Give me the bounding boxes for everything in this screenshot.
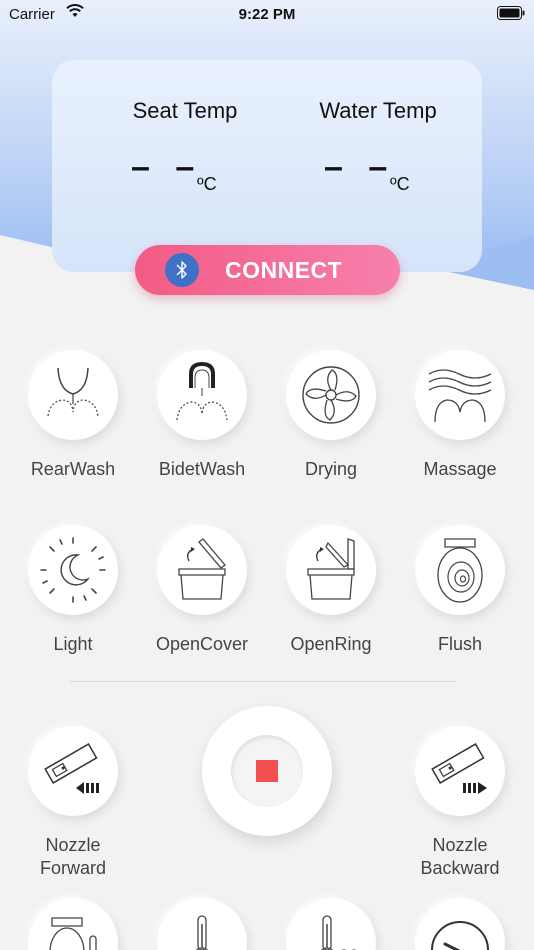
seat-temp-value: – – — [131, 148, 203, 186]
flush-icon — [437, 538, 483, 603]
nozzle-forward-icon — [44, 743, 99, 794]
moon-light-icon — [40, 537, 106, 603]
nozzle-forward-label-line1: Nozzle — [45, 835, 101, 855]
divider — [70, 681, 456, 682]
clock: 9:22 PM — [238, 6, 296, 23]
light-button[interactable]: Light — [13, 525, 133, 656]
bidet-wash-button[interactable]: BidetWash — [142, 350, 262, 481]
nozzle-backward-icon — [431, 743, 487, 794]
rear-wash-label: RearWash — [30, 459, 116, 479]
open-cover-button[interactable]: OpenCover — [142, 525, 262, 656]
water-temp-label: Water Temp — [319, 98, 437, 123]
stop-icon — [256, 760, 278, 782]
water-temp-unit: ºC — [390, 174, 410, 194]
water-temp: Water Temp – – ºC — [278, 98, 478, 196]
nozzle-backward-button[interactable]: Nozzle Backward — [400, 726, 520, 880]
flush-label: Flush — [437, 634, 482, 654]
massage-label: Massage — [423, 459, 497, 479]
bottom-button-2[interactable] — [142, 898, 262, 950]
open-ring-label: OpenRing — [290, 634, 372, 654]
bluetooth-icon — [165, 253, 199, 287]
light-label: Light — [53, 634, 93, 654]
gauge-icon — [431, 921, 489, 950]
bottom-button-4[interactable] — [400, 898, 520, 950]
seat-temp: Seat Temp – – ºC — [85, 98, 285, 196]
status-bar: Carrier 9:22 PM — [0, 0, 534, 28]
stop-button[interactable] — [202, 706, 332, 836]
drying-button[interactable]: Drying — [271, 350, 391, 481]
open-ring-icon — [307, 538, 355, 600]
rear-wash-button[interactable]: RearWash — [13, 350, 133, 481]
drying-label: Drying — [304, 459, 357, 479]
open-cover-icon — [178, 538, 226, 600]
water-thermometer-icon — [320, 915, 357, 950]
open-ring-button[interactable]: OpenRing — [271, 525, 391, 656]
flush-button[interactable]: Flush — [400, 525, 520, 656]
nozzle-backward-label-line2: Backward — [420, 858, 500, 878]
nozzle-forward-button[interactable]: Nozzle Forward — [13, 726, 133, 880]
massage-button[interactable]: Massage — [400, 350, 520, 481]
thermometer-icon — [195, 915, 209, 950]
bottom-button-1[interactable] — [13, 898, 133, 950]
seat-temp-unit: ºC — [197, 174, 217, 194]
rear-wash-icon — [47, 367, 99, 417]
open-cover-label: OpenCover — [155, 634, 249, 654]
bidet-wash-icon — [176, 361, 228, 421]
nozzle-forward-label-line2: Forward — [39, 858, 106, 878]
toilet-temp-icon — [49, 917, 97, 950]
massage-icon — [428, 369, 492, 423]
bottom-button-3[interactable] — [271, 898, 391, 950]
battery-icon — [497, 6, 525, 24]
bidet-wash-label: BidetWash — [158, 459, 246, 479]
nozzle-backward-label-line1: Nozzle — [432, 835, 488, 855]
fan-icon — [302, 366, 360, 424]
connect-label: CONNECT — [225, 256, 343, 283]
water-temp-value: – – — [324, 148, 396, 186]
connect-button[interactable]: CONNECT — [135, 245, 400, 295]
seat-temp-label: Seat Temp — [132, 98, 238, 123]
temperature-card: Seat Temp – – ºC Water Temp – – ºC — [52, 60, 482, 272]
